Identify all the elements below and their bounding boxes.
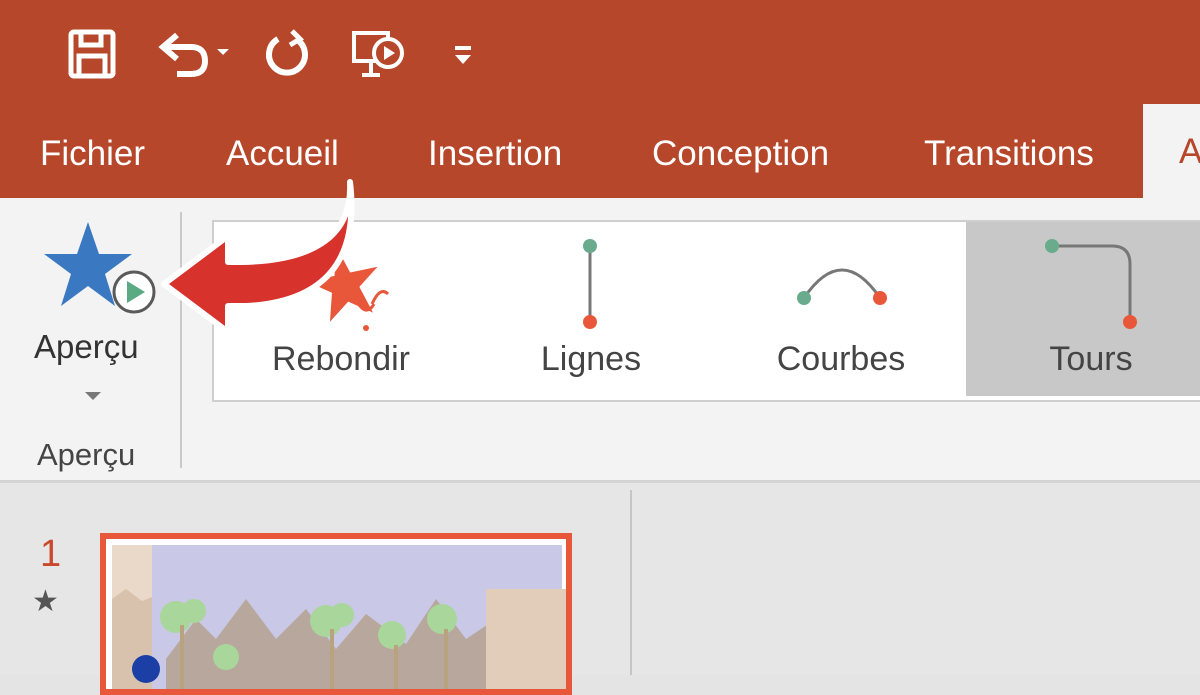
gallery-item-tours[interactable]: Tours <box>966 222 1200 396</box>
arcs-path-icon <box>797 268 887 305</box>
tab-transitions[interactable]: Transitions <box>924 110 1094 198</box>
undo-button[interactable] <box>155 26 235 82</box>
red-curved-arrow-icon <box>161 179 355 335</box>
lines-path-icon <box>583 239 597 329</box>
preview-button-label: Aperçu <box>34 328 139 365</box>
tab-insertion[interactable]: Insertion <box>428 110 562 198</box>
slide-thumbnail-image <box>112 545 566 689</box>
customize-toolbar-button[interactable] <box>450 26 476 82</box>
tab-animations-label: A <box>1179 132 1200 171</box>
present-from-start-button[interactable] <box>350 26 406 82</box>
slide-number: 1 <box>40 533 62 575</box>
tab-fichier[interactable]: Fichier <box>40 110 145 198</box>
present-from-start-icon <box>352 31 404 77</box>
turns-path-icon <box>1045 239 1137 329</box>
chevron-down-icon <box>85 392 101 400</box>
gallery-label-tours: Tours <box>1049 340 1133 378</box>
preview-button[interactable]: Aperçu <box>20 216 170 416</box>
gallery-label-courbes: Courbes <box>776 340 906 378</box>
title-bar <box>0 0 1200 110</box>
save-button[interactable] <box>64 26 120 82</box>
repeat-button[interactable] <box>262 26 312 82</box>
tab-conception[interactable]: Conception <box>652 110 829 198</box>
pane-separator <box>630 490 632 675</box>
star-play-icon <box>44 222 156 314</box>
undo-icon <box>158 32 229 77</box>
repeat-icon <box>266 29 308 76</box>
gallery-label-lignes: Lignes <box>540 340 642 378</box>
save-icon <box>68 29 116 79</box>
slide-animation-star-icon: ★ <box>32 585 59 618</box>
gallery-label-rebondir: Rebondir <box>272 340 410 378</box>
customize-toolbar-icon <box>455 46 471 64</box>
preview-group-label: Aperçu <box>37 437 136 472</box>
gallery-item-courbes[interactable]: Courbes <box>716 222 966 396</box>
slide-thumbnail[interactable] <box>100 533 572 695</box>
gallery-item-lignes[interactable]: Lignes <box>466 222 716 396</box>
